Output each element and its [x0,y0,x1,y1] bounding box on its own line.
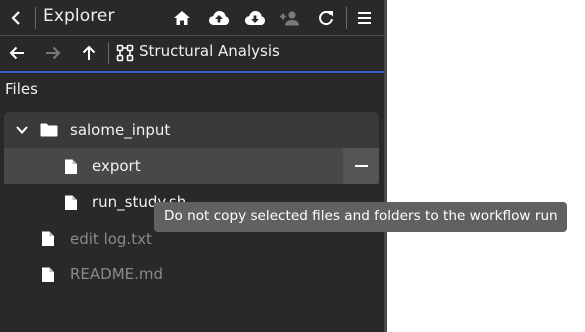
minus-icon [354,165,368,167]
explorer-header: Explorer [0,0,384,36]
menu-icon[interactable] [355,9,373,27]
explorer-title: Explorer [43,6,115,26]
folder-icon [39,122,59,138]
file-icon [64,193,78,211]
file-icon [64,157,78,175]
explorer-panel: Explorer Structural Analysis Files salom… [0,0,384,332]
tree-folder-label[interactable]: salome_input [70,121,170,139]
person-add-icon [279,8,301,28]
tree-file-label[interactable]: edit log.txt [70,230,152,248]
arrow-up-icon[interactable] [80,43,98,63]
home-icon[interactable] [172,8,192,28]
tooltip: Do not copy selected files and folders t… [154,202,567,232]
breadcrumb[interactable]: Structural Analysis [139,42,280,60]
header-divider [0,35,384,36]
active-accent-bar [0,71,384,73]
workflow-icon [115,43,135,63]
file-icon [41,229,55,247]
files-section-label: Files [5,80,38,98]
arrow-left-icon[interactable] [7,44,27,62]
exclude-file-button[interactable] [343,148,379,184]
tree-row-highlight[interactable] [4,148,379,184]
arrow-right-icon [43,44,63,62]
chevron-down-icon[interactable] [14,122,30,138]
file-icon [41,265,55,283]
chevron-left-icon[interactable] [7,9,25,27]
cloud-download-icon[interactable] [244,8,266,28]
refresh-icon[interactable] [316,8,336,28]
cloud-upload-icon[interactable] [208,8,230,28]
nav-separator [108,42,109,64]
header-separator [346,7,347,29]
panel-border [384,0,387,332]
header-separator [35,7,36,29]
tree-file-label[interactable]: README.md [70,265,163,283]
tree-file-label[interactable]: export [92,157,141,175]
